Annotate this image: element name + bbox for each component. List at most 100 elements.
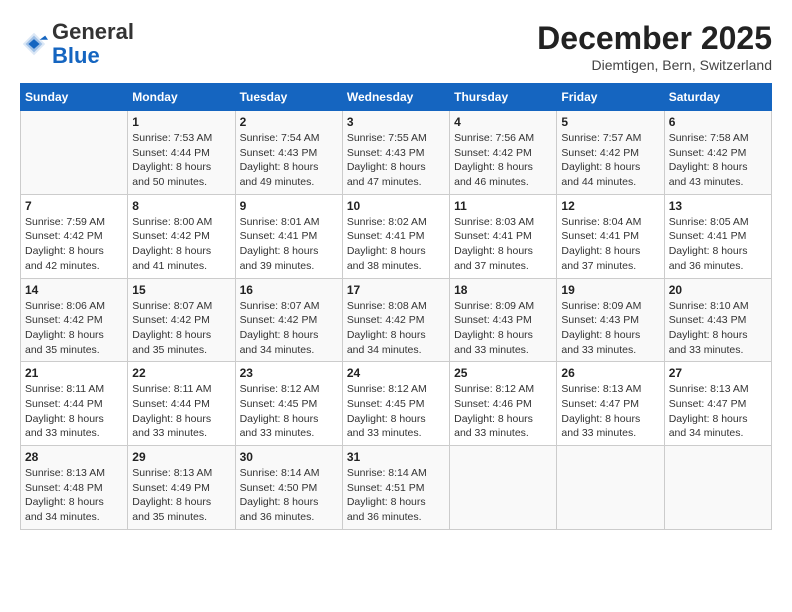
calendar-cell: 18Sunrise: 8:09 AM Sunset: 4:43 PM Dayli… xyxy=(450,278,557,362)
header-cell-monday: Monday xyxy=(128,84,235,111)
day-number: 9 xyxy=(240,199,338,213)
week-row-0: 1 Sunrise: 7:53 AM Sunset: 4:44 PM Daylig… xyxy=(21,111,772,195)
day-number: 4 xyxy=(454,115,552,129)
calendar-cell xyxy=(664,446,771,530)
day-number: 24 xyxy=(347,366,445,380)
header-row: SundayMondayTuesdayWednesdayThursdayFrid… xyxy=(21,84,772,111)
calendar-body: 1 Sunrise: 7:53 AM Sunset: 4:44 PM Daylig… xyxy=(21,111,772,530)
calendar-table: SundayMondayTuesdayWednesdayThursdayFrid… xyxy=(20,83,772,530)
title-block: December 2025 Diemtigen, Bern, Switzerla… xyxy=(537,20,772,73)
day-number: 21 xyxy=(25,366,123,380)
day-number: 13 xyxy=(669,199,767,213)
day-info: Sunrise: 8:04 AM Sunset: 4:41 PM Dayligh… xyxy=(561,215,659,274)
calendar-cell: 27 Sunrise: 8:13 AM Sunset: 4:47 PM Dayli… xyxy=(664,362,771,446)
logo: General Blue xyxy=(20,20,134,68)
day-info: Sunrise: 8:01 AM Sunset: 4:41 PM Dayligh… xyxy=(240,215,338,274)
header-cell-thursday: Thursday xyxy=(450,84,557,111)
day-number: 22 xyxy=(132,366,230,380)
day-number: 31 xyxy=(347,450,445,464)
calendar-cell: 23 Sunrise: 8:12 AM Sunset: 4:45 PM Dayli… xyxy=(235,362,342,446)
day-info: Sunrise: 7:56 AM Sunset: 4:42 PM Dayligh… xyxy=(454,131,552,190)
calendar-cell: 1 Sunrise: 7:53 AM Sunset: 4:44 PM Daylig… xyxy=(128,111,235,195)
calendar-cell: 31 Sunrise: 8:14 AM Sunset: 4:51 PM Dayli… xyxy=(342,446,449,530)
calendar-cell: 24 Sunrise: 8:12 AM Sunset: 4:45 PM Dayli… xyxy=(342,362,449,446)
calendar-cell: 11Sunrise: 8:03 AM Sunset: 4:41 PM Dayli… xyxy=(450,194,557,278)
day-info: Sunrise: 8:13 AM Sunset: 4:48 PM Dayligh… xyxy=(25,466,123,525)
calendar-cell: 4 Sunrise: 7:56 AM Sunset: 4:42 PM Daylig… xyxy=(450,111,557,195)
calendar-cell: 5Sunrise: 7:57 AM Sunset: 4:42 PM Daylig… xyxy=(557,111,664,195)
calendar-cell: 10 Sunrise: 8:02 AM Sunset: 4:41 PM Dayli… xyxy=(342,194,449,278)
calendar-cell: 19 Sunrise: 8:09 AM Sunset: 4:43 PM Dayli… xyxy=(557,278,664,362)
day-info: Sunrise: 8:00 AM Sunset: 4:42 PM Dayligh… xyxy=(132,215,230,274)
day-info: Sunrise: 8:11 AM Sunset: 4:44 PM Dayligh… xyxy=(132,382,230,441)
calendar-cell: 3Sunrise: 7:55 AM Sunset: 4:43 PM Daylig… xyxy=(342,111,449,195)
header-cell-wednesday: Wednesday xyxy=(342,84,449,111)
day-info: Sunrise: 7:53 AM Sunset: 4:44 PM Dayligh… xyxy=(132,131,230,190)
day-number: 27 xyxy=(669,366,767,380)
day-info: Sunrise: 8:08 AM Sunset: 4:42 PM Dayligh… xyxy=(347,299,445,358)
day-number: 25 xyxy=(454,366,552,380)
day-number: 23 xyxy=(240,366,338,380)
day-info: Sunrise: 8:09 AM Sunset: 4:43 PM Dayligh… xyxy=(561,299,659,358)
location: Diemtigen, Bern, Switzerland xyxy=(537,57,772,73)
calendar-cell xyxy=(557,446,664,530)
day-number: 19 xyxy=(561,283,659,297)
day-number: 26 xyxy=(561,366,659,380)
calendar-cell: 16 Sunrise: 8:07 AM Sunset: 4:42 PM Dayli… xyxy=(235,278,342,362)
calendar-cell: 28Sunrise: 8:13 AM Sunset: 4:48 PM Dayli… xyxy=(21,446,128,530)
day-info: Sunrise: 7:55 AM Sunset: 4:43 PM Dayligh… xyxy=(347,131,445,190)
day-info: Sunrise: 8:13 AM Sunset: 4:47 PM Dayligh… xyxy=(561,382,659,441)
day-number: 20 xyxy=(669,283,767,297)
day-number: 1 xyxy=(132,115,230,129)
day-info: Sunrise: 8:06 AM Sunset: 4:42 PM Dayligh… xyxy=(25,299,123,358)
calendar-cell: 17 Sunrise: 8:08 AM Sunset: 4:42 PM Dayli… xyxy=(342,278,449,362)
day-info: Sunrise: 8:11 AM Sunset: 4:44 PM Dayligh… xyxy=(25,382,123,441)
day-number: 30 xyxy=(240,450,338,464)
day-info: Sunrise: 7:54 AM Sunset: 4:43 PM Dayligh… xyxy=(240,131,338,190)
day-info: Sunrise: 8:03 AM Sunset: 4:41 PM Dayligh… xyxy=(454,215,552,274)
calendar-cell: 12 Sunrise: 8:04 AM Sunset: 4:41 PM Dayli… xyxy=(557,194,664,278)
calendar-cell: 14Sunrise: 8:06 AM Sunset: 4:42 PM Dayli… xyxy=(21,278,128,362)
calendar-cell: 2 Sunrise: 7:54 AM Sunset: 4:43 PM Daylig… xyxy=(235,111,342,195)
calendar-cell: 22 Sunrise: 8:11 AM Sunset: 4:44 PM Dayli… xyxy=(128,362,235,446)
header-cell-sunday: Sunday xyxy=(21,84,128,111)
day-number: 29 xyxy=(132,450,230,464)
day-number: 10 xyxy=(347,199,445,213)
day-info: Sunrise: 8:09 AM Sunset: 4:43 PM Dayligh… xyxy=(454,299,552,358)
day-info: Sunrise: 8:14 AM Sunset: 4:50 PM Dayligh… xyxy=(240,466,338,525)
calendar-cell: 9 Sunrise: 8:01 AM Sunset: 4:41 PM Daylig… xyxy=(235,194,342,278)
day-number: 17 xyxy=(347,283,445,297)
logo-icon xyxy=(20,30,48,58)
day-number: 16 xyxy=(240,283,338,297)
day-number: 5 xyxy=(561,115,659,129)
day-number: 6 xyxy=(669,115,767,129)
day-number: 2 xyxy=(240,115,338,129)
calendar-cell: 8 Sunrise: 8:00 AM Sunset: 4:42 PM Daylig… xyxy=(128,194,235,278)
day-info: Sunrise: 8:13 AM Sunset: 4:49 PM Dayligh… xyxy=(132,466,230,525)
calendar-cell: 13Sunrise: 8:05 AM Sunset: 4:41 PM Dayli… xyxy=(664,194,771,278)
week-row-3: 21 Sunrise: 8:11 AM Sunset: 4:44 PM Dayli… xyxy=(21,362,772,446)
calendar-cell: 21 Sunrise: 8:11 AM Sunset: 4:44 PM Dayli… xyxy=(21,362,128,446)
day-info: Sunrise: 8:12 AM Sunset: 4:45 PM Dayligh… xyxy=(240,382,338,441)
day-number: 7 xyxy=(25,199,123,213)
page-header: General Blue December 2025 Diemtigen, Be… xyxy=(20,20,772,73)
day-number: 12 xyxy=(561,199,659,213)
day-info: Sunrise: 8:07 AM Sunset: 4:42 PM Dayligh… xyxy=(132,299,230,358)
calendar-cell: 25Sunrise: 8:12 AM Sunset: 4:46 PM Dayli… xyxy=(450,362,557,446)
calendar-cell xyxy=(21,111,128,195)
day-info: Sunrise: 8:02 AM Sunset: 4:41 PM Dayligh… xyxy=(347,215,445,274)
week-row-1: 7 Sunrise: 7:59 AM Sunset: 4:42 PM Daylig… xyxy=(21,194,772,278)
day-info: Sunrise: 8:07 AM Sunset: 4:42 PM Dayligh… xyxy=(240,299,338,358)
calendar-header: SundayMondayTuesdayWednesdayThursdayFrid… xyxy=(21,84,772,111)
week-row-2: 14Sunrise: 8:06 AM Sunset: 4:42 PM Dayli… xyxy=(21,278,772,362)
day-info: Sunrise: 8:12 AM Sunset: 4:45 PM Dayligh… xyxy=(347,382,445,441)
calendar-cell: 30 Sunrise: 8:14 AM Sunset: 4:50 PM Dayli… xyxy=(235,446,342,530)
day-info: Sunrise: 8:13 AM Sunset: 4:47 PM Dayligh… xyxy=(669,382,767,441)
logo-text: General Blue xyxy=(52,20,134,68)
header-cell-tuesday: Tuesday xyxy=(235,84,342,111)
month-title: December 2025 xyxy=(537,20,772,57)
day-number: 8 xyxy=(132,199,230,213)
calendar-cell: 20Sunrise: 8:10 AM Sunset: 4:43 PM Dayli… xyxy=(664,278,771,362)
day-info: Sunrise: 7:59 AM Sunset: 4:42 PM Dayligh… xyxy=(25,215,123,274)
day-info: Sunrise: 8:14 AM Sunset: 4:51 PM Dayligh… xyxy=(347,466,445,525)
